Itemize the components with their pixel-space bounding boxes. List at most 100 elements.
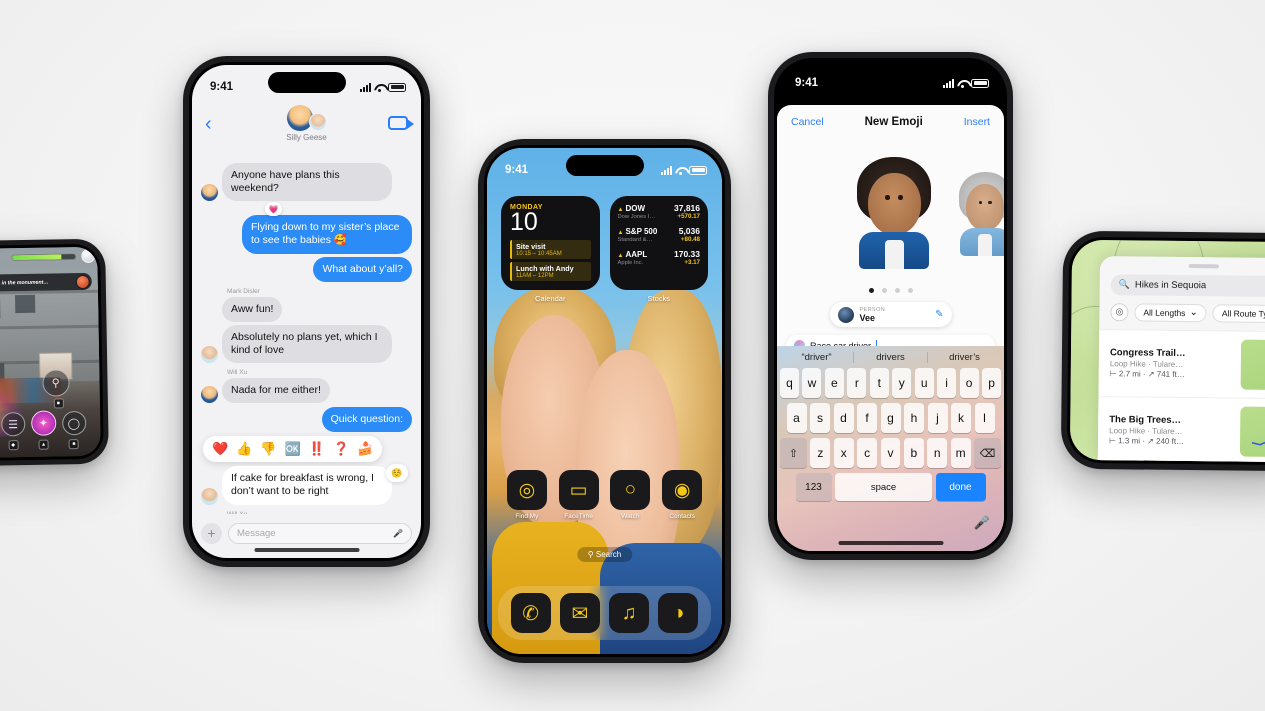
microphone-icon[interactable]: 🎤 <box>393 529 403 538</box>
key-a[interactable]: a <box>786 403 807 433</box>
stocks-widget[interactable]: ▲ DOW 37,816 Dow Jones I… +570.17 ▲ S&P … <box>609 196 708 290</box>
key-l[interactable]: l <box>974 403 995 433</box>
done-key[interactable]: done <box>935 473 986 501</box>
message-row[interactable]: Aww fun! <box>201 296 412 322</box>
music-icon[interactable]: ♫ <box>609 593 650 633</box>
message-bubble[interactable]: If cake for breakfast is wrong, I don’t … <box>222 466 392 505</box>
key-u[interactable]: u <box>914 368 934 398</box>
page-dot[interactable] <box>881 288 887 293</box>
key-h[interactable]: h <box>904 403 924 433</box>
list-item[interactable]: Congress Trail… Loop Hike · Tulare… ⊢ 2.… <box>1098 329 1265 399</box>
page-dots[interactable] <box>777 288 1004 293</box>
filter-all-lengths[interactable]: All Lengths ⌄ <box>1134 302 1207 322</box>
key-m[interactable]: m <box>950 438 971 468</box>
microphone-icon[interactable]: 🎤 <box>974 515 990 531</box>
key-r[interactable]: r <box>847 368 867 398</box>
tapback-option-heart[interactable]: ❤️ <box>212 441 228 457</box>
attachments-button[interactable]: + <box>201 522 222 544</box>
shift-key[interactable]: ⇧ <box>780 438 807 468</box>
message-row[interactable]: Absolutely no plans yet, which I kind of… <box>201 324 412 363</box>
message-row[interactable]: If cake for breakfast is wrong, I don’t … <box>201 464 412 505</box>
app-findmy[interactable]: ◎ Find My <box>504 470 550 520</box>
cancel-button[interactable]: Cancel <box>791 116 824 128</box>
message-row[interactable]: What about y’all? <box>201 256 412 282</box>
message-bubble[interactable]: Absolutely no plans yet, which I kind of… <box>222 324 392 363</box>
tapback-option-haha[interactable]: 🆗 <box>285 441 301 457</box>
spiral-ability-button[interactable]: ◯ <box>61 410 87 436</box>
game-chat-banner[interactable]: …'t believe that was in the monument… <box>0 272 92 293</box>
tapback-option-exclaim[interactable]: ‼️ <box>309 441 325 457</box>
message-row[interactable]: 💗 Flying down to my sister’s place to se… <box>201 202 412 254</box>
app-watch[interactable]: ○ Watch <box>607 470 653 520</box>
key-y[interactable]: y <box>892 368 912 398</box>
key-p[interactable]: p <box>982 368 1002 398</box>
tapback-heart[interactable]: 💗 <box>265 202 282 217</box>
key-i[interactable]: i <box>937 368 957 398</box>
stock-row[interactable]: ▲ DOW 37,816 Dow Jones I… +570.17 <box>618 203 701 220</box>
key-q[interactable]: q <box>779 368 799 398</box>
search-button[interactable]: ⚲ Search <box>576 547 633 562</box>
list-item[interactable]: The Big Trees… Loop Hike · Tulare… ⊢ 1.3… <box>1098 397 1265 463</box>
pencil-icon[interactable]: ✎ <box>935 309 943 320</box>
page-dot[interactable] <box>868 288 874 293</box>
calendar-event[interactable]: Lunch with Andy 11AM – 12PM <box>510 262 591 281</box>
app-facetime[interactable]: ▭ FaceTime <box>556 470 602 520</box>
message-bubble[interactable]: Anyone have plans this weekend? <box>222 163 392 202</box>
message-bubble[interactable]: Quick question: <box>321 407 412 433</box>
numbers-key[interactable]: 123 <box>795 473 832 501</box>
safari-icon[interactable]: ◑ <box>658 593 699 633</box>
person-chip[interactable]: PERSON Vee ✎ <box>829 302 952 327</box>
sheet-grabber[interactable] <box>1188 264 1219 268</box>
mail-icon[interactable]: ✉ <box>559 593 600 633</box>
add-tapback-icon[interactable]: ☺️ <box>386 464 408 483</box>
key-d[interactable]: d <box>833 403 854 433</box>
message-thread[interactable]: Anyone have plans this weekend? 💗 Flying… <box>192 161 421 514</box>
message-row[interactable]: Anyone have plans this weekend? <box>201 163 412 202</box>
message-row[interactable]: Nada for me either! <box>201 378 412 404</box>
back-icon[interactable]: ‹ <box>205 113 212 136</box>
key-f[interactable]: f <box>857 403 877 433</box>
phone-icon[interactable]: ✆ <box>510 593 551 633</box>
tapback-option-thumbsup[interactable]: 👍 <box>236 441 252 457</box>
stock-row[interactable]: ▲ AAPL 170.33 Apple Inc. +3.17 <box>618 249 701 266</box>
filter-all-route-types[interactable]: All Route Ty <box>1212 303 1265 323</box>
facetime-video-icon[interactable] <box>388 116 414 130</box>
backspace-key[interactable]: ⌫ <box>974 438 1001 468</box>
page-dot[interactable] <box>894 288 900 293</box>
swirl-ability-button[interactable]: ⚲ <box>41 369 70 397</box>
conversation-title[interactable]: Silly Geese <box>286 133 326 142</box>
space-key[interactable]: space <box>835 473 932 501</box>
key-n[interactable]: n <box>927 438 948 468</box>
key-c[interactable]: c <box>857 438 878 468</box>
message-bubble[interactable]: What about y’all? <box>313 256 412 282</box>
prediction-2[interactable]: driver’s <box>927 351 1001 363</box>
message-bubble[interactable]: Aww fun! <box>222 296 283 322</box>
calendar-widget[interactable]: MONDAY 10 Site visit 10:15 – 10:45AM Lun… <box>501 196 600 290</box>
tapback-option-cake[interactable]: 🍰 <box>357 441 373 457</box>
memoji-secondary[interactable] <box>956 172 1004 256</box>
memoji-primary[interactable] <box>854 157 934 269</box>
key-o[interactable]: o <box>959 368 979 398</box>
tapback-option-question[interactable]: ❓ <box>333 441 349 457</box>
prediction-1[interactable]: drivers <box>853 351 927 363</box>
prediction-0[interactable]: “driver” <box>780 352 853 363</box>
page-dot[interactable] <box>907 288 913 293</box>
key-k[interactable]: k <box>951 403 971 433</box>
insert-button[interactable]: Insert <box>964 116 990 128</box>
star-ability-button[interactable]: ✦ <box>30 410 56 436</box>
key-e[interactable]: e <box>824 368 844 398</box>
conversation-avatars[interactable] <box>286 105 327 131</box>
message-row[interactable]: Quick question: <box>201 407 412 433</box>
key-z[interactable]: z <box>810 438 831 468</box>
memoji-carousel[interactable] <box>777 139 1004 284</box>
tapback-option-thumbsdown[interactable]: 👎 <box>260 441 276 457</box>
claw-ability-button[interactable]: ☰ <box>0 412 26 437</box>
key-g[interactable]: g <box>880 403 901 433</box>
target-filter-icon[interactable]: ◎ <box>1110 302 1129 321</box>
calendar-event[interactable]: Site visit 10:15 – 10:45AM <box>510 240 591 259</box>
message-bubble[interactable]: Flying down to my sister’s place to see … <box>242 215 412 254</box>
key-x[interactable]: x <box>833 438 854 468</box>
key-t[interactable]: t <box>869 368 889 398</box>
message-bubble[interactable]: Nada for me either! <box>222 378 330 404</box>
message-input[interactable]: Message 🎤 <box>228 522 412 544</box>
